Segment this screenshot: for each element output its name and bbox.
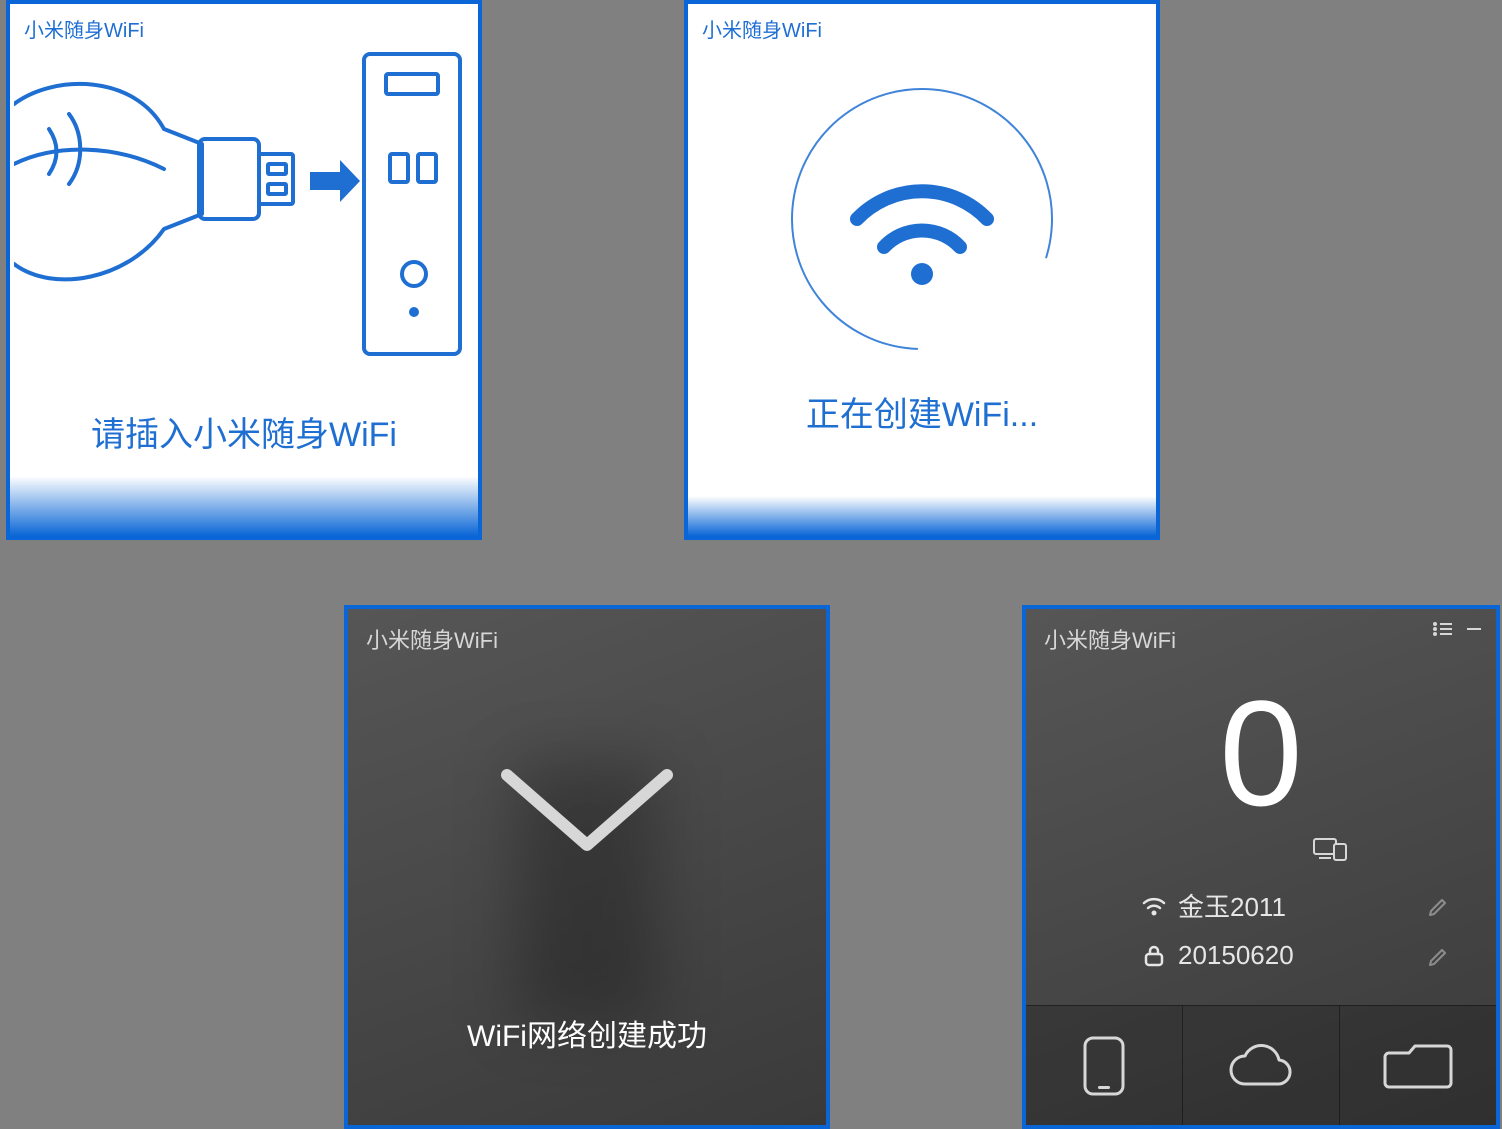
insert-wifi-panel: 小米随身WiFi 请插入小米随身WiFi — [6, 0, 482, 540]
insert-caption: 请插入小米随身WiFi — [10, 407, 478, 456]
edit-password-icon[interactable] — [1422, 945, 1456, 967]
password-row: 20150620 — [1136, 932, 1456, 979]
wifi-icon — [1136, 895, 1172, 917]
cloud-icon — [1223, 1040, 1299, 1092]
minimize-icon[interactable] — [1466, 621, 1482, 637]
devices-icon — [1313, 836, 1347, 862]
success-caption: WiFi网络创建成功 — [348, 1011, 826, 1055]
creating-wifi-panel: 小米随身WiFi 正在创建WiFi... — [684, 0, 1160, 540]
cloud-button[interactable] — [1182, 1006, 1339, 1125]
app-title: 小米随身WiFi — [688, 4, 1156, 53]
bottom-toolbar — [1026, 1005, 1496, 1125]
wifi-created-panel: 小米随身WiFi WiFi网络创建成功 — [344, 605, 830, 1129]
checkmark-icon — [477, 745, 697, 885]
phone-button[interactable] — [1026, 1006, 1182, 1125]
lock-icon — [1136, 944, 1172, 968]
app-title: 小米随身WiFi — [348, 609, 826, 669]
folder-button[interactable] — [1339, 1006, 1496, 1125]
wifi-status-panel: 小米随身WiFi 0 — [1022, 605, 1500, 1129]
wifi-spinner — [772, 69, 1072, 369]
usb-insert-illustration — [14, 34, 474, 394]
menu-icon[interactable] — [1432, 621, 1452, 637]
phone-icon — [1079, 1034, 1129, 1098]
ssid-value: 金玉2011 — [1172, 887, 1422, 924]
edit-ssid-icon[interactable] — [1422, 895, 1456, 917]
password-value: 20150620 — [1172, 940, 1422, 971]
app-title: 小米随身WiFi — [1026, 609, 1496, 669]
folder-icon — [1383, 1039, 1453, 1093]
creating-caption: 正在创建WiFi... — [688, 387, 1156, 436]
ssid-row: 金玉2011 — [1136, 879, 1456, 932]
connected-count: 0 — [1219, 678, 1302, 828]
